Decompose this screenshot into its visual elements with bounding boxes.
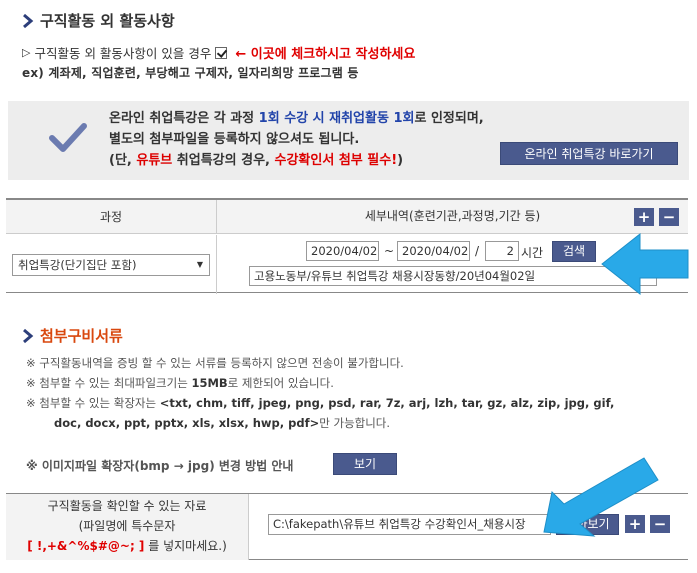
note-2-size: 15MB [191, 376, 228, 390]
note-3-d: 만 가능합니다. [319, 416, 391, 430]
notice-line1-highlight: 1회 수강 시 재취업활동 1회 [258, 111, 415, 126]
hours-input[interactable]: 2 [485, 241, 519, 261]
view-guide-button[interactable]: 보기 [333, 453, 397, 475]
triangle-bullet-icon: ▷ [22, 46, 31, 59]
course-row: 취업특강(단기집단 포함) ▼ 2020/04/02 ~ 2020/04/02 … [6, 235, 688, 294]
date-from-input[interactable]: 2020/04/02 [306, 241, 379, 261]
remove-row-button[interactable]: − [659, 208, 679, 226]
file-path-input[interactable]: C:\fakepath\유튜브 취업특강 수강확인서_채용시장 [268, 514, 551, 535]
notice-line2: 별도의 첨부파일을 등록하지 않으셔도 됩니다. [109, 132, 360, 147]
note-3-extensions-cont: doc, docx, ppt, pptx, xls, xlsx, hwp, pd… [54, 416, 320, 430]
other-activity-check-row: ▷ 구직활동 외 활동사항이 있을 경우 ← 이곳에 체크하시고 작성하세요 [22, 43, 415, 62]
note-2-c: 로 제한되어 있습니다. [227, 376, 334, 390]
online-lecture-notice: 온라인 취업특강은 각 과정 1회 수강 시 재취업활동 1회로 인정되며, 별… [8, 101, 689, 180]
slash-separator: / [475, 244, 480, 258]
course-select[interactable]: 취업특강(단기집단 포함) ▼ [12, 254, 210, 276]
section-title-attachments: 첨부구비서류 [22, 325, 123, 346]
note-3-cont: doc, docx, ppt, pptx, xls, xlsx, hwp, pd… [26, 413, 614, 433]
notice-line3-a: (단, [109, 153, 137, 168]
special-chars: [ !,+&^%$#@~; ] [27, 539, 145, 553]
course-cell: 취업특강(단기집단 포함) ▼ [6, 235, 217, 294]
date-to-input[interactable]: 2020/04/02 [397, 241, 470, 261]
notice-text: 온라인 취업특강은 각 과정 1회 수강 시 재취업활동 1회로 인정되며, 별… [109, 108, 484, 171]
chevron-right-icon [23, 13, 34, 28]
course-table: 과정 세부내역(훈련기관,과정명,기간 등) + − 취업특강(단기집단 포함)… [6, 198, 688, 294]
note-3-extensions: <txt, chm, tiff, jpeg, png, psd, rar, 7z… [159, 396, 615, 410]
note-2: ※ 첨부할 수 있는 최대파일크기는 15MB로 제한되어 있습니다. [26, 373, 614, 393]
checkmark-icon [49, 123, 87, 152]
attachment-label-line3: 를 넣지마세요.) [148, 539, 227, 553]
notice-line1-a: 온라인 취업특강은 각 과정 [109, 111, 259, 126]
column-header-course: 과정 [6, 200, 217, 234]
note-3-a: ※ 첨부할 수 있는 확장자는 [26, 396, 160, 410]
online-lecture-button[interactable]: 온라인 취업특강 바로가기 [500, 142, 678, 165]
detail-input[interactable]: 고용노동부/유튜브 취업특강 채용시장동향/20년04월02일 [249, 266, 657, 286]
blue-arrow-icon [601, 232, 689, 296]
section-title-other-activities: 구직활동 외 활동사항 [22, 10, 175, 31]
notice-line3-b: 취업특강의 경우, [172, 153, 275, 168]
notice-youtube: 유튜브 [136, 153, 173, 168]
attachment-notes: ※ 구직활동내역을 증빙 할 수 있는 서류를 등록하지 않으면 전송이 불가합… [26, 353, 614, 433]
note-3: ※ 첨부할 수 있는 확장자는 <txt, chm, tiff, jpeg, p… [26, 393, 614, 413]
search-button[interactable]: 검색 [552, 241, 596, 262]
check-instruction: ← 이곳에 체크하시고 작성하세요 [235, 47, 416, 62]
add-row-button[interactable]: + [634, 208, 654, 226]
notice-required: 수강확인서 첨부 필수! [274, 153, 398, 168]
date-range-separator: ~ [384, 244, 395, 258]
notice-line3-c: ) [397, 153, 404, 168]
hours-unit: 시간 [521, 246, 544, 260]
blue-arrow-icon [543, 457, 659, 537]
attachment-label: 구직활동을 확인할 수 있는 자료 (파일명에 특수문자 [ !,+&^%$#@… [6, 494, 249, 560]
attachment-label-line2: (파일명에 특수문자 [78, 519, 176, 533]
dropdown-arrow-icon: ▼ [196, 260, 203, 269]
section-title-text: 첨부구비서류 [40, 327, 123, 345]
other-activity-checkbox[interactable] [215, 46, 228, 59]
image-conversion-note: ※ 이미지파일 확장자(bmp → jpg) 변경 방법 안내 [26, 459, 294, 473]
attachment-label-line1: 구직활동을 확인할 수 있는 자료 [47, 499, 207, 513]
course-table-header: 과정 세부내역(훈련기관,과정명,기간 등) + − [6, 200, 688, 234]
note-2-a: ※ 첨부할 수 있는 최대파일크기는 [26, 376, 192, 390]
example-text: ex) 계좌제, 직업훈련, 부당해고 구제자, 일자리희망 프로그램 등 [22, 66, 359, 80]
course-select-value: 취업특강(단기집단 포함) [18, 258, 137, 272]
chevron-right-icon [23, 328, 34, 343]
check-label: 구직활동 외 활동사항이 있을 경우 [34, 46, 212, 61]
note-1: ※ 구직활동내역을 증빙 할 수 있는 서류를 등록하지 않으면 전송이 불가합… [26, 356, 404, 370]
section-title-text: 구직활동 외 활동사항 [40, 12, 175, 30]
notice-line1-b: 로 인정되며, [414, 111, 484, 126]
